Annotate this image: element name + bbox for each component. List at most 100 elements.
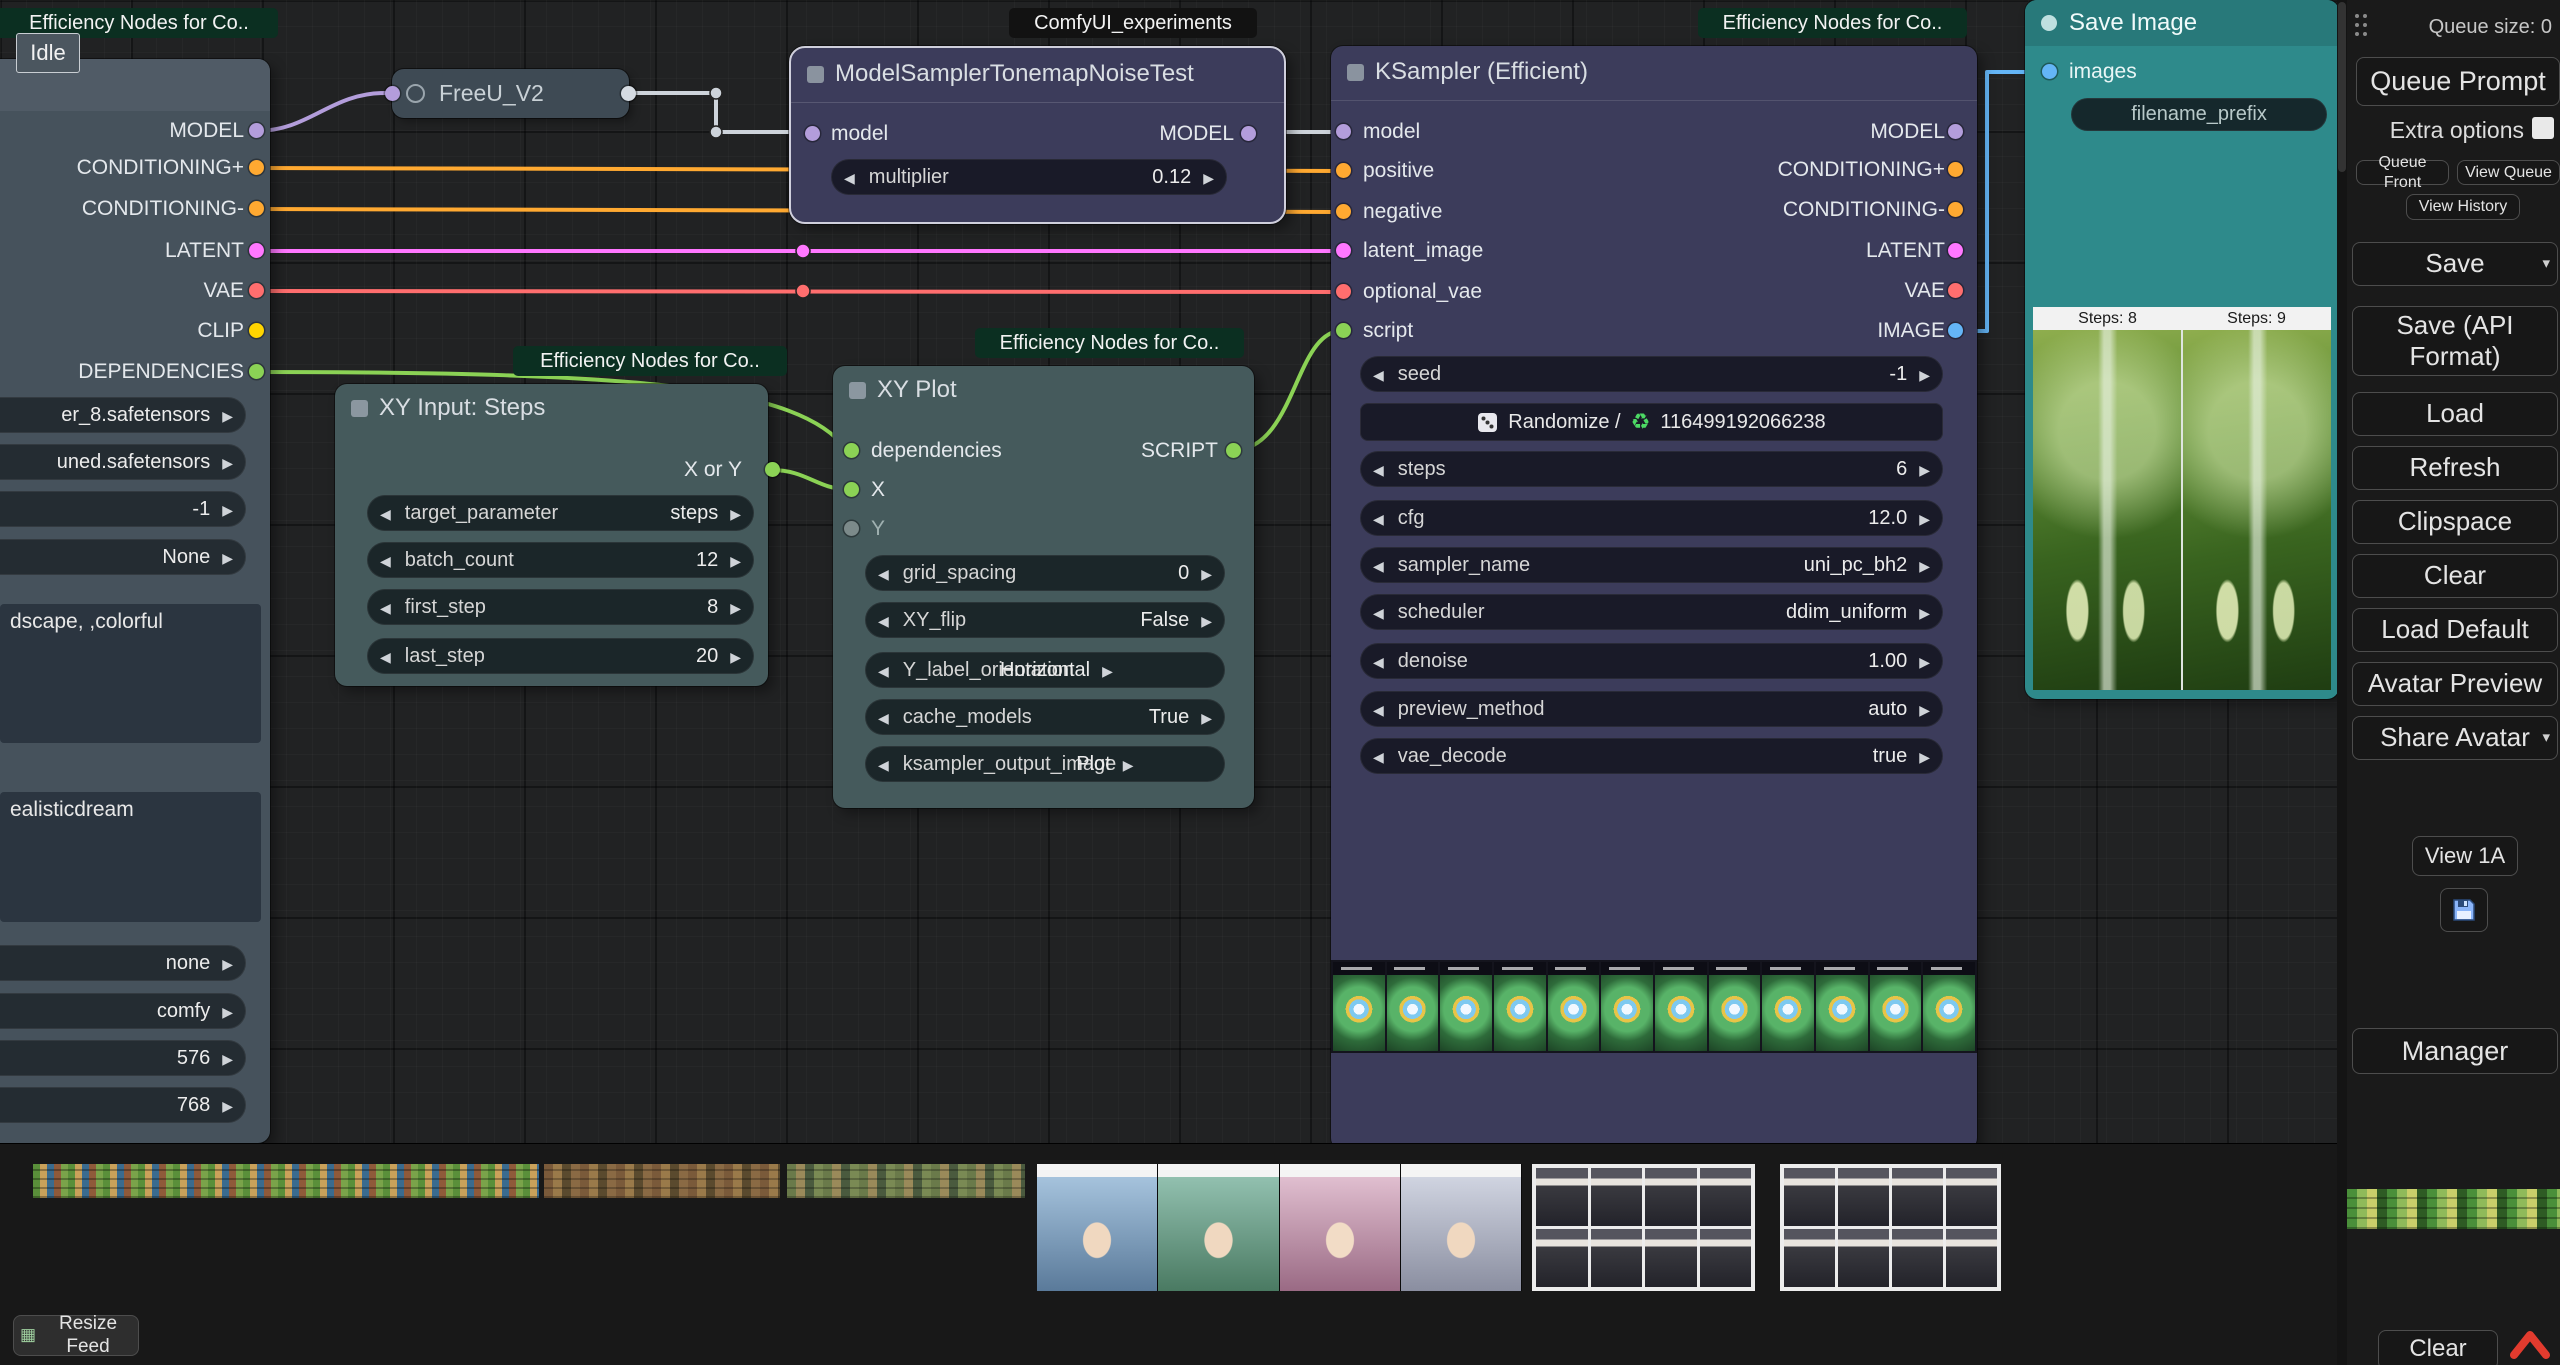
lora-name-widget[interactable]: None [0, 539, 246, 575]
model-output-dot[interactable] [621, 86, 636, 101]
node-title-row[interactable]: XY Input: Steps [351, 394, 545, 422]
tonemap-node[interactable]: ModelSamplerTonemapNoiseTest model MODEL… [789, 46, 1286, 224]
model-output-dot[interactable] [1241, 126, 1256, 141]
increment-arrow[interactable] [1919, 698, 1943, 721]
increment-arrow[interactable] [1919, 554, 1943, 577]
collapse-box-icon[interactable] [1347, 64, 1364, 81]
increment-arrow[interactable] [1919, 745, 1943, 768]
freeu-v2-node[interactable]: FreeU_V2 [392, 69, 629, 118]
cfg-widget[interactable]: cfg12.0 [1360, 500, 1943, 536]
clear-button[interactable]: Clear [2352, 554, 2558, 598]
weight-interpretation-widget[interactable]: comfy [0, 993, 246, 1029]
dependencies-output-dot[interactable] [249, 364, 264, 379]
batch-count-widget[interactable]: batch_count12 [367, 542, 754, 578]
negative-prompt-textarea[interactable]: ealisticdream [0, 792, 261, 922]
feed-thumbnail[interactable] [1532, 1164, 1755, 1291]
denoise-widget[interactable]: denoise1.00 [1360, 643, 1943, 679]
conditioning-plus-output-dot[interactable] [249, 160, 264, 175]
increment-arrow[interactable] [1919, 601, 1943, 624]
chevron-down-icon[interactable]: ▾ [2542, 729, 2550, 747]
decrement-arrow[interactable] [1360, 458, 1384, 481]
save-button[interactable]: Save▾ [2352, 242, 2558, 286]
x-or-y-output-dot[interactable] [765, 462, 780, 477]
steps-widget[interactable]: steps6 [1360, 451, 1943, 487]
decrement-arrow[interactable] [1360, 554, 1384, 577]
preview-images[interactable] [2033, 330, 2331, 690]
vae-output-dot[interactable] [1948, 283, 1963, 298]
vae-output-dot[interactable] [249, 283, 264, 298]
increment-arrow[interactable] [730, 549, 754, 572]
feed-thumbnail[interactable] [1037, 1164, 1522, 1291]
clip-skip-widget[interactable]: -1 [0, 491, 246, 527]
preview-thumbnail[interactable] [1333, 962, 1385, 1051]
increment-arrow[interactable] [1201, 706, 1225, 729]
sampler-name-widget[interactable]: sampler_nameuni_pc_bh2 [1360, 547, 1943, 583]
feed-thumbnail[interactable] [787, 1164, 1025, 1198]
preview-thumbnail[interactable] [1870, 962, 1922, 1051]
canvas-scrollbar[interactable] [2337, 0, 2347, 1365]
vae-name-widget[interactable]: uned.safetensors [0, 444, 246, 480]
feed-thumbnail[interactable] [2347, 1189, 2560, 1229]
node-title-row[interactable]: KSampler (Efficient) [1347, 58, 1588, 86]
collapse-box-icon[interactable] [807, 66, 824, 83]
decrement-arrow[interactable] [865, 659, 889, 682]
load-default-button[interactable]: Load Default [2352, 608, 2558, 652]
feed-subimage[interactable] [1280, 1164, 1401, 1291]
feed-thumbnail[interactable] [1780, 1164, 2001, 1291]
feed-thumbnail[interactable] [544, 1164, 780, 1198]
empty-latent-width-widget[interactable]: 576 [0, 1040, 246, 1076]
increment-arrow[interactable] [1201, 562, 1225, 585]
collapse-circle-icon[interactable] [2041, 15, 2057, 31]
decrement-arrow[interactable] [865, 706, 889, 729]
menu-drag-handle[interactable] [2355, 14, 2369, 38]
decrement-arrow[interactable] [1360, 507, 1384, 530]
first-step-widget[interactable]: first_step8 [367, 589, 754, 625]
increment-arrow[interactable] [1919, 650, 1943, 673]
y-label-orientation-widget[interactable]: Y_label_orientationHorizontal [865, 652, 1225, 688]
decrement-arrow[interactable] [1360, 698, 1384, 721]
save-workflow-icon-button[interactable] [2440, 888, 2488, 932]
collapse-box-icon[interactable] [351, 400, 368, 417]
feed-thumbnail[interactable] [33, 1164, 539, 1198]
increment-arrow[interactable] [730, 502, 754, 525]
manager-button[interactable]: Manager [2352, 1028, 2558, 1074]
increment-arrow[interactable] [1919, 363, 1943, 386]
decrement-arrow[interactable] [367, 502, 391, 525]
model-output-dot[interactable] [1948, 124, 1963, 139]
decrement-arrow[interactable] [865, 753, 889, 776]
increment-arrow[interactable] [1203, 166, 1227, 189]
decrement-arrow[interactable] [367, 645, 391, 668]
feed-subimage[interactable] [1037, 1164, 1158, 1291]
model-output-dot[interactable] [249, 123, 264, 138]
save-image-node[interactable]: Save Image images filename_prefix Steps:… [2025, 0, 2339, 699]
x-input-dot[interactable] [844, 482, 859, 497]
last-step-widget[interactable]: last_step20 [367, 638, 754, 674]
images-input-dot[interactable] [2042, 64, 2057, 79]
share-avatar-button[interactable]: Share Avatar▾ [2352, 716, 2558, 760]
view-history-button[interactable]: View History [2406, 194, 2520, 220]
latent-output-dot[interactable] [1948, 243, 1963, 258]
feed-subimage[interactable] [1401, 1164, 1522, 1291]
efficient-loader-node[interactable]: MODEL CONDITIONING+ CONDITIONING- LATENT… [0, 59, 270, 1143]
token-normalization-widget[interactable]: none [0, 945, 246, 981]
decrement-arrow[interactable] [1360, 650, 1384, 673]
queue-front-button[interactable]: Queue Front [2356, 160, 2449, 185]
collapse-box-icon[interactable] [849, 382, 866, 399]
node-title-row[interactable]: XY Plot [849, 376, 957, 404]
decrement-arrow[interactable] [831, 166, 855, 189]
decrement-arrow[interactable] [1360, 363, 1384, 386]
node-title-row[interactable]: ModelSamplerTonemapNoiseTest [807, 60, 1194, 88]
cache-models-widget[interactable]: cache_modelsTrue [865, 699, 1225, 735]
xy-plot-node[interactable]: XY Plot dependencies SCRIPT X Y grid_spa… [833, 366, 1254, 808]
extra-options-checkbox[interactable] [2532, 117, 2554, 139]
scheduler-widget[interactable]: schedulerddim_uniform [1360, 594, 1943, 630]
preview-thumbnail[interactable] [1601, 962, 1653, 1051]
increment-arrow[interactable] [222, 451, 246, 474]
preview-thumbnail[interactable] [1494, 962, 1546, 1051]
increment-arrow[interactable] [730, 645, 754, 668]
feed-subimage[interactable] [1158, 1164, 1279, 1291]
increment-arrow[interactable] [1201, 609, 1225, 632]
view-1a-button[interactable]: View 1A [2412, 836, 2518, 876]
randomize-seed-button[interactable]: Randomize / ♻ 116499192066238 [1360, 403, 1943, 441]
increment-arrow[interactable] [222, 1047, 246, 1070]
